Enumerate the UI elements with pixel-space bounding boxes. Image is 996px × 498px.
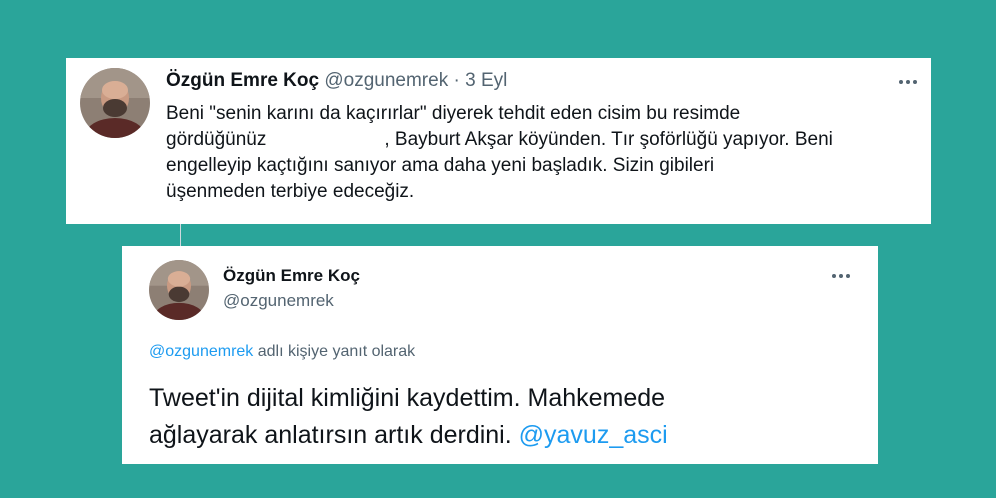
tweet-line: üşenmeden terbiye edeceğiz. [166,181,415,202]
avatar-photo [80,68,150,138]
avatar-photo [149,260,209,320]
reply-context: @ozgunemrek adlı kişiye yanıt olarak [149,343,415,361]
mention-link[interactable]: @yavuz_asci [519,421,668,449]
tweet-text: Beni "senin karını da kaçırırlar" diyere… [166,101,916,205]
tweet-line-text: ağlayarak anlatırsın artık derdini. [149,421,512,449]
tweet-card-2[interactable]: Özgün Emre Koç @ozgunemrek @ozgunemrek a… [122,246,878,464]
separator-dot: · [453,70,460,91]
avatar[interactable] [149,260,209,320]
reply-handle-link[interactable]: @ozgunemrek [149,343,253,360]
author-name[interactable]: Özgün Emre Koç [166,70,319,91]
tweet-line-prefix: gördüğünüz [166,129,267,150]
tweet-header: Özgün Emre Koç @ozgunemrek · 3 Eyl [166,69,507,93]
tweet-line: Beni "senin karını da kaçırırlar" diyere… [166,103,741,124]
more-options-icon[interactable] [832,274,850,278]
thread-connector [180,224,181,246]
author-name[interactable]: Özgün Emre Koç [223,266,360,286]
avatar[interactable] [80,68,150,138]
more-options-icon[interactable] [899,80,917,84]
tweet-date[interactable]: 3 Eyl [465,70,507,91]
tweet-text: Tweet'in dijital kimliğini kaydettim. Ma… [149,380,859,454]
reply-suffix: adlı kişiye yanıt olarak [257,343,416,360]
tweet-line: gördüğünüz , Bayburt Akşar köyünden. Tır … [166,127,916,153]
author-handle[interactable]: @ozgunemrek [223,291,334,311]
tweet-line: Tweet'in dijital kimliğini kaydettim. Ma… [149,384,666,412]
tweet-line: engelleyip kaçtığını sanıyor ama daha ye… [166,155,715,176]
author-handle[interactable]: @ozgunemrek [324,70,448,91]
tweet-line: ağlayarak anlatırsın artık derdini. @yav… [149,417,859,454]
tweet-card-1[interactable]: Özgün Emre Koç @ozgunemrek · 3 Eyl Beni … [66,58,931,224]
tweet-line-rest: , Bayburt Akşar köyünden. Tır şoförlüğü … [384,129,833,150]
